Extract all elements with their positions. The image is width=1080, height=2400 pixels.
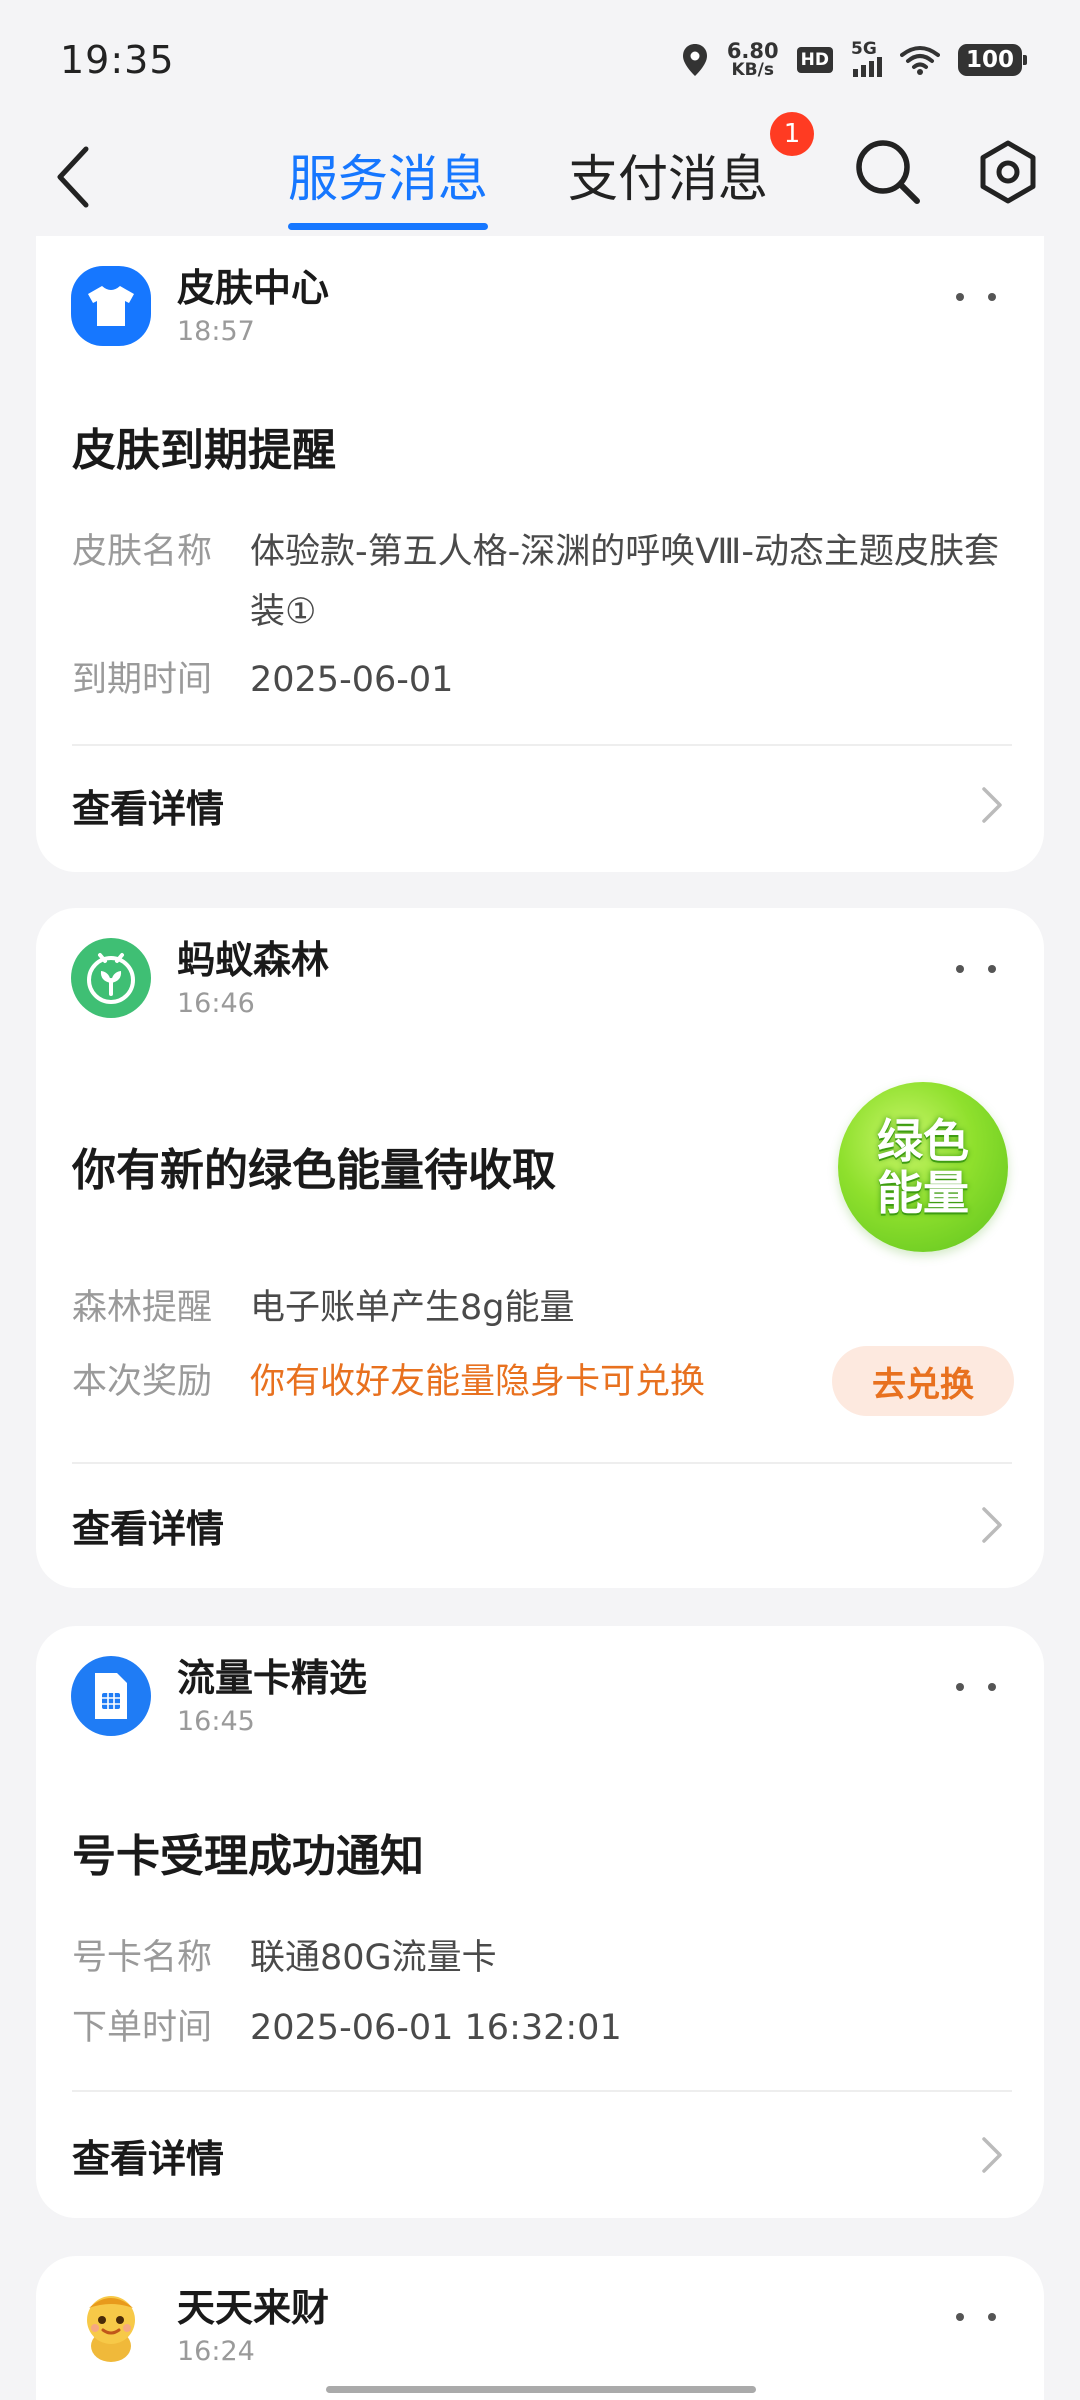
more-options-button[interactable] xyxy=(956,954,996,984)
info-row: 下单时间 2025-06-01 16:32:01 xyxy=(72,1998,1010,2058)
sprout-icon xyxy=(87,953,135,1004)
field-value: 电子账单产生8g能量 xyxy=(250,1288,575,1328)
green-energy-badge: 绿色能量 xyxy=(838,1082,1008,1252)
message-card[interactable]: 流量卡精选 16:45 号卡受理成功通知 号卡名称 联通80G流量卡 下单时间 … xyxy=(36,1626,1044,2218)
signal-icon: 5G xyxy=(851,39,882,77)
view-details-label: 查看详情 xyxy=(72,1506,225,1551)
field-label: 森林提醒 xyxy=(72,1288,213,1328)
app-meta: 天天来财 16:24 xyxy=(177,2286,329,2367)
app-meta: 皮肤中心 18:57 xyxy=(177,266,329,347)
info-row: 森林提醒 电子账单产生8g能量 xyxy=(72,1278,1010,1338)
field-value: 2025-06-01 xyxy=(250,660,454,700)
search-button[interactable] xyxy=(848,132,928,212)
field-label: 号卡名称 xyxy=(72,1938,213,1978)
chevron-right-icon xyxy=(982,2137,1002,2173)
more-options-button[interactable] xyxy=(956,282,996,312)
message-title: 你有新的绿色能量待收取 xyxy=(72,1145,556,1196)
divider xyxy=(72,744,1012,746)
divider xyxy=(72,2090,1012,2092)
wifi-icon xyxy=(899,46,940,75)
view-details-label: 查看详情 xyxy=(72,2136,225,2181)
message-time: 18:57 xyxy=(177,315,255,347)
search-icon xyxy=(856,140,920,204)
tshirt-icon xyxy=(88,286,134,326)
card-header: 流量卡精选 16:45 xyxy=(71,1656,367,1737)
view-details-row[interactable]: 查看详情 xyxy=(72,760,1004,850)
view-details-row[interactable]: 查看详情 xyxy=(72,1480,1004,1570)
field-value: 你有收好友能量隐身卡可兑换 xyxy=(250,1362,706,1402)
tab-payment-messages[interactable]: 支付消息 xyxy=(568,120,768,230)
network-speed: 6.80 KB/s xyxy=(727,41,779,79)
network-speed-unit: KB/s xyxy=(731,60,774,80)
message-title: 号卡受理成功通知 xyxy=(72,1831,424,1882)
message-title: 皮肤到期提醒 xyxy=(72,425,336,476)
location-icon xyxy=(682,44,707,76)
energy-badge-label: 绿色能量 xyxy=(877,1114,969,1220)
app-name: 流量卡精选 xyxy=(177,1656,368,1700)
network-speed-value: 6.80 xyxy=(726,39,779,63)
card-header: 皮肤中心 18:57 xyxy=(71,266,329,347)
app-icon xyxy=(71,2286,151,2366)
message-time: 16:24 xyxy=(177,2335,255,2367)
info-row: 皮肤名称 体验款-第五人格-深渊的呼唤Ⅷ-动态主题皮肤套装① xyxy=(72,522,1010,642)
field-label: 到期时间 xyxy=(72,660,213,700)
more-options-button[interactable] xyxy=(956,2302,996,2332)
app-meta: 蚂蚁森林 16:46 xyxy=(177,938,329,1019)
gear-icon xyxy=(980,140,1036,204)
message-time: 16:46 xyxy=(177,987,255,1019)
home-indicator[interactable] xyxy=(326,2386,756,2393)
sim-card-icon xyxy=(95,1673,127,1719)
hd-icon: HD xyxy=(796,47,833,73)
tab-label: 支付消息 xyxy=(568,150,768,208)
field-label: 下单时间 xyxy=(72,2008,213,2048)
field-label: 本次奖励 xyxy=(72,1362,213,1402)
top-nav-bar: 服务消息 支付消息 1 xyxy=(0,112,1080,240)
app-name: 皮肤中心 xyxy=(177,266,330,310)
message-card[interactable]: 蚂蚁森林 16:46 你有新的绿色能量待收取 绿色能量 森林提醒 电子账单产生8… xyxy=(36,908,1044,1588)
divider xyxy=(72,1462,1012,1464)
chevron-right-icon xyxy=(982,787,1002,823)
card-header: 天天来财 16:24 xyxy=(71,2286,329,2367)
unread-badge: 1 xyxy=(770,112,814,156)
tab-service-messages[interactable]: 服务消息 xyxy=(288,120,488,230)
more-options-button[interactable] xyxy=(956,1672,996,1702)
field-value: 联通80G流量卡 xyxy=(250,1938,497,1978)
app-icon xyxy=(71,938,151,1018)
view-details-label: 查看详情 xyxy=(72,786,225,831)
status-icons: 6.80 KB/s HD 5G 100 xyxy=(681,39,1028,79)
message-card[interactable]: 皮肤中心 18:57 皮肤到期提醒 皮肤名称 体验款-第五人格-深渊的呼唤Ⅷ-动… xyxy=(36,236,1044,872)
field-value: 2025-06-01 16:32:01 xyxy=(250,2008,622,2048)
mascot-icon xyxy=(87,2296,135,2362)
redeem-button[interactable]: 去兑换 xyxy=(832,1346,1014,1416)
field-value: 体验款-第五人格-深渊的呼唤Ⅷ-动态主题皮肤套装① xyxy=(250,532,999,632)
view-details-row[interactable]: 查看详情 xyxy=(72,2110,1004,2200)
message-card[interactable]: 天天来财 16:24 xyxy=(36,2256,1044,2400)
info-row: 到期时间 2025-06-01 xyxy=(72,650,1010,710)
app-name: 天天来财 xyxy=(177,2286,330,2330)
chevron-right-icon xyxy=(982,1507,1002,1543)
battery-icon: 100 xyxy=(957,43,1028,77)
message-time: 16:45 xyxy=(177,1705,255,1737)
field-label: 皮肤名称 xyxy=(72,532,213,572)
status-bar: 19:35 6.80 KB/s HD 5G 100 xyxy=(0,0,1080,120)
chevron-left-icon xyxy=(57,146,89,208)
info-row: 号卡名称 联通80G流量卡 xyxy=(72,1928,1010,1988)
back-button[interactable] xyxy=(42,132,102,222)
app-name: 蚂蚁森林 xyxy=(177,938,330,982)
settings-button[interactable] xyxy=(968,132,1048,212)
app-icon xyxy=(71,1656,151,1736)
tab-label: 服务消息 xyxy=(288,150,488,208)
network-type-label: 5G xyxy=(850,39,877,59)
active-tab-indicator xyxy=(288,223,488,230)
status-time: 19:35 xyxy=(60,38,175,82)
app-meta: 流量卡精选 16:45 xyxy=(177,1656,367,1737)
info-row: 本次奖励 你有收好友能量隐身卡可兑换 xyxy=(72,1352,810,1412)
card-header: 蚂蚁森林 16:46 xyxy=(71,938,329,1019)
app-icon xyxy=(71,266,151,346)
